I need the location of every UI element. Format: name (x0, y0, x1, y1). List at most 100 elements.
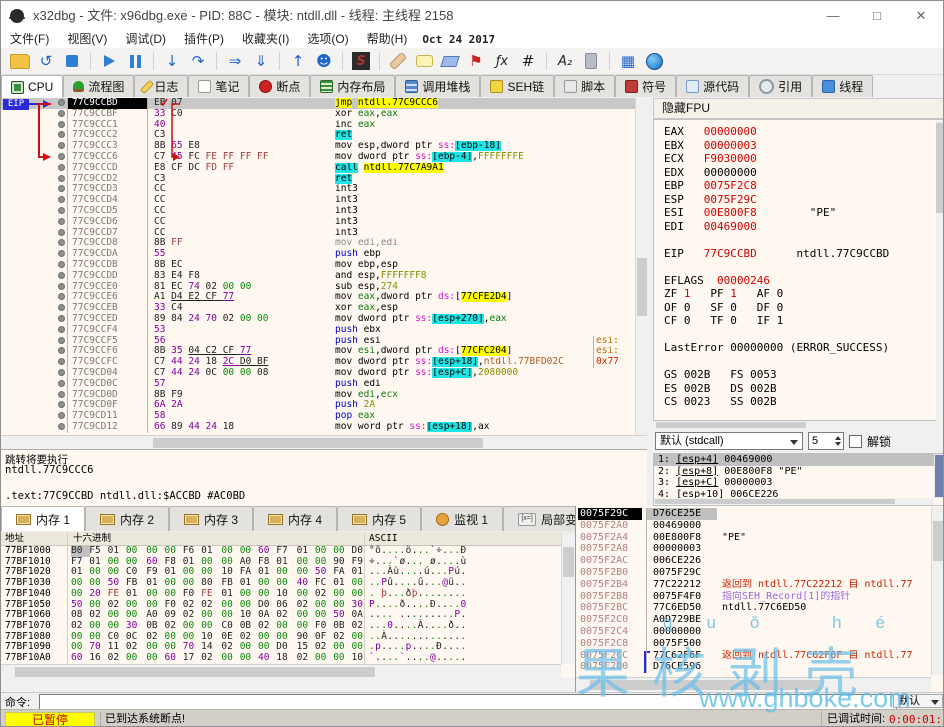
stack-row[interactable]: 0075F2B00075F29C (576, 567, 944, 579)
register-line[interactable]: OF 0 SF 0 DF 0 (654, 301, 944, 315)
step-out-icon[interactable]: ⇓ (250, 51, 272, 71)
stack-row[interactable]: 0075F29CD76CE25E (576, 508, 944, 520)
disasm-row[interactable]: 77C9CCDA55push ebp (1, 249, 635, 260)
breakpoint-dot[interactable] (58, 283, 65, 290)
register-line[interactable]: EIP 77C9CCBD ntdll.77C9CCBD (654, 247, 944, 261)
breakpoint-dot[interactable] (58, 110, 65, 117)
register-line[interactable]: CF 0 TF 0 IF 1 (654, 314, 944, 328)
tab-breakpoint[interactable]: 断点 (249, 75, 310, 97)
breakpoint-column[interactable] (55, 217, 67, 228)
breakpoint-dot[interactable] (58, 401, 65, 408)
stack-row[interactable]: 0075F2A800000003 (576, 543, 944, 555)
register-line[interactable]: ESI 00E800F8 "PE" (654, 206, 944, 220)
menu-item[interactable]: 调试(D) (116, 31, 175, 48)
breakpoint-column[interactable] (55, 130, 67, 141)
menu-item[interactable]: 视图(V) (58, 31, 116, 48)
stack-row[interactable]: 0075F2CC77C62F6F返回到 ntdll.77C62F6F 自 ntd… (576, 650, 944, 662)
disasm-row[interactable]: 77C9CCC140inc eax (1, 120, 635, 131)
breakpoint-column[interactable] (55, 271, 67, 282)
attach-user-icon[interactable]: ☻ (313, 51, 335, 71)
menu-item[interactable]: 收藏夹(I) (233, 31, 298, 48)
disasm-row[interactable]: 77C9CD0C57push edi (1, 379, 635, 390)
breakpoint-column[interactable] (55, 336, 67, 347)
stack-row[interactable]: 0075F2C400000000 (576, 626, 944, 638)
register-line[interactable]: LastError 00000000 (ERROR_SUCCESS) (654, 341, 944, 355)
arg-row[interactable]: 1: [esp+4] 00469000 (654, 454, 944, 466)
disasm-row[interactable]: 77C9CCD4CCint3 (1, 195, 635, 206)
breakpoint-dot[interactable] (58, 207, 65, 214)
disasm-row[interactable]: 77C9CD1266 89 44 24 18mov word ptr ss:[e… (1, 422, 635, 433)
breakpoint-dot[interactable] (58, 196, 65, 203)
stack-row[interactable]: 0075F2C80075F500 (576, 638, 944, 650)
menu-item[interactable]: 文件(F) (1, 31, 58, 48)
breakpoint-column[interactable] (55, 260, 67, 271)
step-over-icon[interactable]: ↷ (187, 51, 209, 71)
breakpoint-column[interactable] (55, 249, 67, 260)
breakpoint-column[interactable] (55, 109, 67, 120)
breakpoint-dot[interactable] (58, 175, 65, 182)
breakpoint-dot[interactable] (58, 229, 65, 236)
breakpoint-column[interactable] (55, 228, 67, 239)
disasm-row[interactable]: 77C9CCF453push ebx (1, 325, 635, 336)
register-line[interactable]: ESP 0075F29C (654, 193, 944, 207)
tab-threads[interactable]: 线程 (812, 75, 873, 97)
menu-item[interactable]: 帮助(H) (358, 31, 417, 48)
disasm-row[interactable]: 77C9CD04C7 44 24 0C 00 00 08mov dword pt… (1, 368, 635, 379)
breakpoint-dot[interactable] (58, 99, 65, 106)
breakpoint-dot[interactable] (58, 185, 65, 192)
breakpoint-column[interactable] (55, 141, 67, 152)
disasm-row[interactable]: 77C9CCE6A1 D4 E2 CF 77mov eax,dword ptr … (1, 292, 635, 303)
calling-convention-select[interactable]: 默认 (stdcall) (655, 432, 803, 450)
handles-icon[interactable] (580, 51, 602, 71)
breakpoint-column[interactable] (55, 411, 67, 422)
step-into-icon[interactable]: ↓ (161, 51, 183, 71)
stack-row[interactable]: 0075F2AC006CE226 (576, 555, 944, 567)
stack-row[interactable]: 0075F2B80075F4F0指向SEH_Record[1]的指针 (576, 591, 944, 603)
breakpoint-column[interactable] (55, 120, 67, 131)
appearance-icon[interactable]: A₂ (554, 51, 576, 71)
dump-row[interactable]: 77BF1020010000C0F901000010FA01000050FA01… (1, 567, 575, 578)
dump-row[interactable]: 77BF10900070110200007014020000D015020000… (1, 642, 575, 653)
breakpoint-dot[interactable] (58, 121, 65, 128)
breakpoint-dot[interactable] (58, 347, 65, 354)
tab-refs[interactable]: 引用 (749, 75, 812, 97)
breakpoint-dot[interactable] (58, 164, 65, 171)
tab-memmap[interactable]: 内存布局 (310, 75, 395, 97)
tab-watch[interactable]: 监视 1 (421, 506, 503, 531)
args-vscrollbar[interactable] (934, 454, 944, 498)
dump-row[interactable]: 77BF1000B0F501000000F601000060F7010000D0… (1, 546, 575, 557)
breakpoint-column[interactable] (55, 368, 67, 379)
breakpoint-column[interactable] (55, 98, 67, 109)
breakpoint-column[interactable] (55, 195, 67, 206)
breakpoint-dot[interactable] (58, 423, 65, 430)
register-line[interactable]: ECX F9030000 (654, 152, 944, 166)
disasm-row[interactable]: 77C9CCF556push esiesi: (1, 336, 635, 347)
disasm-row[interactable]: 77C9CCD2C3ret (1, 174, 635, 185)
dump-row[interactable]: 77BF10400020FE010000F0FE0100001000020000… (1, 589, 575, 600)
arg-row[interactable]: 3: [esp+C] 00000003 (654, 477, 944, 489)
run-icon[interactable] (98, 51, 120, 71)
scylla-icon[interactable]: S (350, 51, 372, 71)
breakpoint-dot[interactable] (58, 250, 65, 257)
dump-hscrollbar[interactable] (1, 664, 561, 679)
bookmark-icon[interactable]: ⚑ (465, 51, 487, 71)
disasm-row[interactable]: 77C9CCD5CCint3 (1, 206, 635, 217)
patch-icon[interactable] (387, 51, 409, 71)
register-line[interactable]: EBP 0075F2C8 (654, 179, 944, 193)
comment-icon[interactable] (413, 51, 435, 71)
disasm-row[interactable]: 77C9CCFCC7 44 24 18 2C D0 BFmov dword pt… (1, 357, 635, 368)
disasm-row[interactable]: 77C9CCDB8B ECmov ebp,esp (1, 260, 635, 271)
stack-vscrollbar[interactable] (931, 507, 944, 675)
close-button[interactable]: ✕ (899, 1, 943, 31)
disassembly-hscrollbar[interactable] (1, 435, 647, 450)
breakpoint-dot[interactable] (58, 218, 65, 225)
breakpoint-column[interactable] (55, 174, 67, 185)
stack-row[interactable]: 0075F2A000469000 (576, 520, 944, 532)
stack-row[interactable]: 0075F2A400E800F8"PE" (576, 532, 944, 544)
breakpoint-dot[interactable] (58, 131, 65, 138)
disasm-row[interactable]: 77C9CCD88B FFmov edi,edi (1, 238, 635, 249)
stack-hscrollbar[interactable] (576, 677, 931, 692)
disasm-row[interactable]: 77C9CCD6CCint3 (1, 217, 635, 228)
register-line[interactable]: GS 002B FS 0053 (654, 368, 944, 382)
dump-row[interactable]: 77BF1030000050FB01000080FB01000040FC0100… (1, 578, 575, 589)
